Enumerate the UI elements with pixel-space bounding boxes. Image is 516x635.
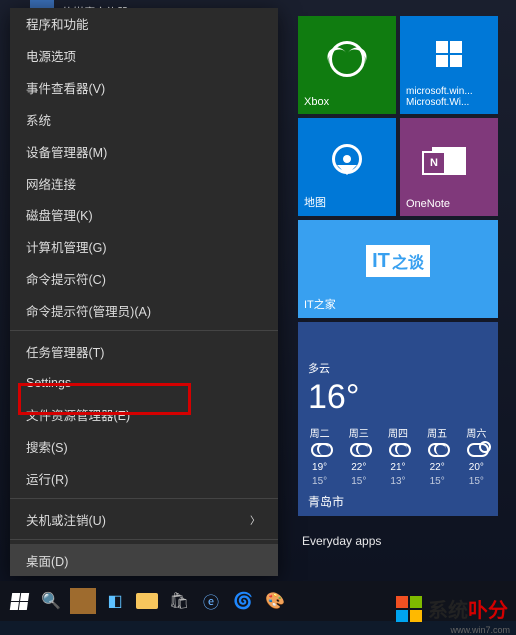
weather-condition: 多云 [298,354,498,378]
weather-temp: 16° [298,378,498,423]
cm-search[interactable]: 搜索(S) [10,431,278,463]
tile-weather[interactable]: 多云 16° 周二19°15°周三22°15°周四21°13°周五22°15°周… [298,322,498,516]
tile-label: 地图 [304,194,390,210]
cm-programs-features[interactable]: 程序和功能 [10,8,278,40]
cm-task-manager[interactable]: 任务管理器(T) [10,335,278,367]
tile-ithome[interactable]: IT之谈 IT之家 [298,220,498,318]
cloud-icon [348,443,370,459]
tile-group-header[interactable]: Everyday apps [298,526,498,556]
cm-separator [10,498,278,499]
xbox-icon [304,22,390,96]
start-button[interactable] [6,588,32,614]
cm-system[interactable]: 系统 [10,103,278,135]
tile-label: microsoft.win... [406,86,492,97]
tile-maps[interactable]: 地图 [298,118,396,216]
tile-label: Xbox [304,96,390,108]
store-icon[interactable]: 🛍 [166,588,192,614]
cm-network-connections[interactable]: 网络连接 [10,167,278,199]
cm-disk-management[interactable]: 磁盘管理(K) [10,199,278,231]
map-pin-icon [304,124,390,194]
search-icon[interactable]: 🔍 [38,588,64,614]
taskbar-app-4[interactable]: 🎨 [262,588,288,614]
cm-settings[interactable]: Settings [10,367,278,399]
cloud-icon [309,443,331,459]
cloud-icon [387,443,409,459]
onenote-icon [406,124,492,198]
taskbar-app-2[interactable]: ◧ [102,588,128,614]
cm-file-explorer[interactable]: 文件资源管理器(E) [10,399,278,431]
taskbar-app-1[interactable] [70,588,96,614]
cm-command-prompt-admin[interactable]: 命令提示符(管理员)(A) [10,294,278,326]
forecast-day: 周六20°15° [459,425,494,487]
forecast-day: 周三22°15° [341,425,376,487]
cloud-icon [465,443,487,459]
cm-separator [10,330,278,331]
cm-power-options[interactable]: 电源选项 [10,40,278,72]
watermark: 系统卟分 www.win7.com [392,592,512,625]
file-explorer-icon[interactable] [134,588,160,614]
tile-onenote[interactable]: OneNote [400,118,498,216]
cm-shutdown-signout[interactable]: 关机或注销(U) 〉 [10,503,278,535]
start-tiles-area: Xbox microsoft.win... Microsoft.Wi... 地图… [298,16,508,570]
forecast-day: 周四21°13° [380,425,415,487]
cm-run[interactable]: 运行(R) [10,463,278,495]
cm-command-prompt[interactable]: 命令提示符(C) [10,263,278,295]
tile-sublabel: Microsoft.Wi... [406,97,492,108]
taskbar-app-3[interactable]: 🌀 [230,588,256,614]
tile-label: OneNote [406,198,492,210]
tile-label: IT之家 [304,296,492,312]
group-header-label: Everyday apps [302,534,494,548]
forecast-day: 周二19°15° [302,425,337,487]
windows-icon [406,22,492,86]
tile-ms-windows[interactable]: microsoft.win... Microsoft.Wi... [400,16,498,114]
edge-icon[interactable]: ⓔ [198,588,224,614]
tile-xbox[interactable]: Xbox [298,16,396,114]
cm-event-viewer[interactable]: 事件查看器(V) [10,72,278,104]
cm-device-manager[interactable]: 设备管理器(M) [10,135,278,167]
ithome-icon: IT之谈 [304,226,492,296]
winx-context-menu: 程序和功能 电源选项 事件查看器(V) 系统 设备管理器(M) 网络连接 磁盘管… [10,8,278,576]
cloud-icon [426,443,448,459]
cm-separator [10,539,278,540]
watermark-url: www.win7.com [450,625,510,635]
chevron-right-icon: 〉 [250,512,260,527]
microsoft-logo-icon [396,596,422,622]
cm-desktop[interactable]: 桌面(D) [10,544,278,576]
cm-computer-management[interactable]: 计算机管理(G) [10,231,278,263]
weather-location: 青岛市 [298,487,498,516]
weather-forecast: 周二19°15°周三22°15°周四21°13°周五22°15°周六20°15° [298,423,498,487]
forecast-day: 周五22°15° [420,425,455,487]
